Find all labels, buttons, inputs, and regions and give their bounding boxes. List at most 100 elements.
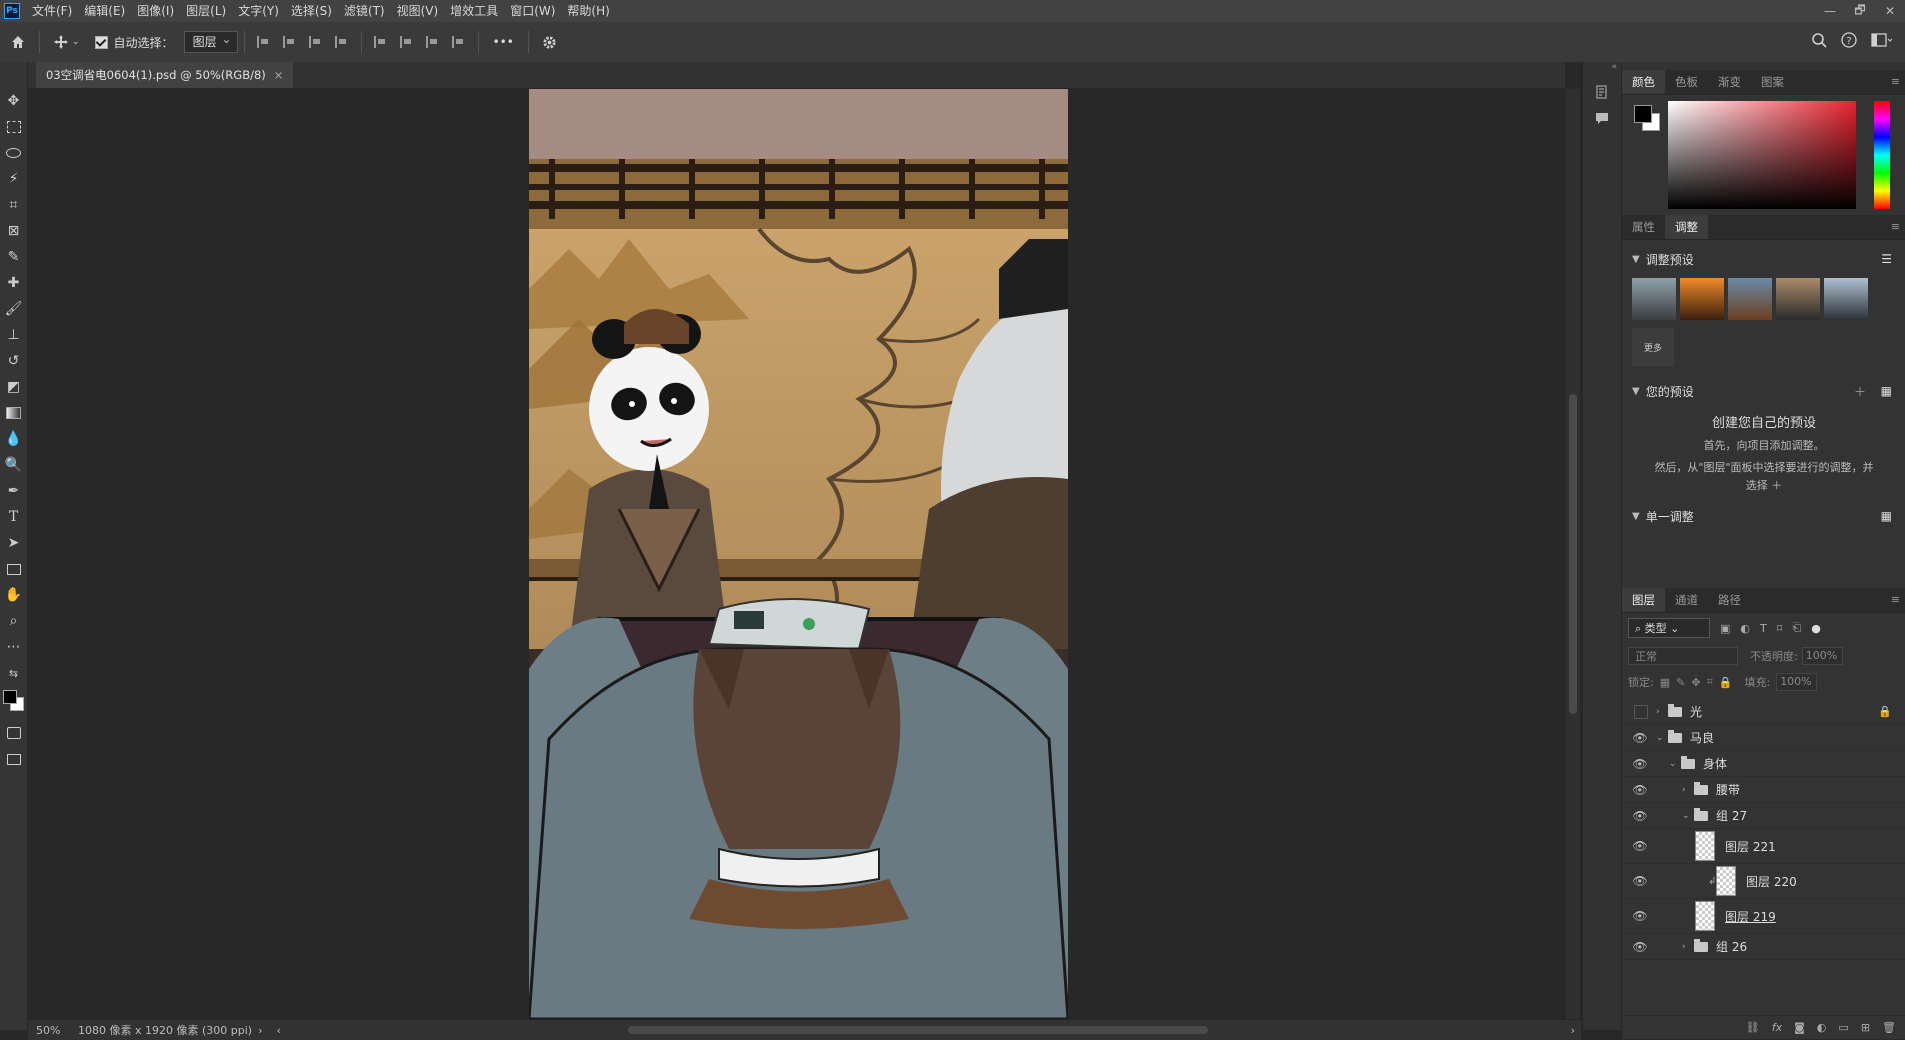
chevron-right-icon[interactable]: › bbox=[1682, 785, 1694, 795]
edit-toolbar-icon[interactable]: ⋯ bbox=[0, 634, 27, 660]
zoom-level[interactable]: 50% bbox=[36, 1024, 70, 1037]
menu-item[interactable]: 图像(I) bbox=[131, 0, 180, 22]
color-swatches[interactable] bbox=[0, 686, 27, 720]
lock-paint-icon[interactable]: ✎ bbox=[1676, 676, 1685, 689]
close-button[interactable]: ✕ bbox=[1875, 0, 1905, 22]
more-options-button[interactable]: ••• bbox=[493, 35, 514, 49]
align-left-icon[interactable] bbox=[256, 36, 271, 48]
layer-row[interactable]: 👁 ↲ 图层 220 bbox=[1622, 864, 1905, 899]
layer-name[interactable]: 光 bbox=[1690, 703, 1702, 720]
more-presets-button[interactable]: 更多 bbox=[1632, 328, 1674, 366]
home-icon[interactable] bbox=[10, 34, 26, 50]
adjust-presets-header[interactable]: ▼ 调整预设 ☰ bbox=[1622, 246, 1905, 272]
menu-item[interactable]: 图层(L) bbox=[180, 0, 232, 22]
panel-menu-icon[interactable]: ≡ bbox=[1891, 593, 1900, 606]
menu-item[interactable]: 窗口(W) bbox=[504, 0, 561, 22]
photoshop-logo-icon[interactable]: Ps bbox=[4, 3, 20, 19]
lock-position-icon[interactable]: ✥ bbox=[1691, 676, 1700, 689]
status-menu-arrow[interactable]: › bbox=[258, 1024, 262, 1037]
visibility-eye-icon[interactable]: 👁 bbox=[1632, 809, 1648, 823]
blend-mode-dropdown[interactable]: 正常 bbox=[1628, 647, 1738, 665]
visibility-eye-icon[interactable]: 👁 bbox=[1632, 909, 1648, 923]
dodge-tool-icon[interactable]: 🔍 bbox=[0, 452, 27, 478]
distribute-horizontal-icon[interactable] bbox=[334, 36, 349, 48]
layer-row[interactable]: 👁 图层 219 bbox=[1622, 899, 1905, 934]
adjustment-icon[interactable]: ◐ bbox=[1817, 1021, 1827, 1034]
search-icon[interactable] bbox=[1811, 32, 1827, 51]
menu-item[interactable]: 增效工具 bbox=[444, 0, 504, 22]
horizontal-scroll-thumb[interactable] bbox=[628, 1026, 1208, 1034]
layer-name[interactable]: 马良 bbox=[1690, 729, 1714, 746]
lock-artboard-icon[interactable]: ⌗ bbox=[1707, 675, 1713, 689]
gradient-tool-icon[interactable] bbox=[0, 400, 27, 426]
preset-thumbnail[interactable] bbox=[1728, 278, 1772, 320]
quick-mask-icon[interactable] bbox=[0, 720, 27, 746]
filter-pixel-icon[interactable]: ▣ bbox=[1720, 622, 1730, 635]
eyedropper-tool-icon[interactable]: ✎ bbox=[0, 244, 27, 270]
rectangle-tool-icon[interactable] bbox=[0, 556, 27, 582]
scroll-right-arrow[interactable]: › bbox=[1571, 1024, 1575, 1037]
chevron-down-icon[interactable]: ⌄ bbox=[1656, 733, 1668, 743]
layer-thumbnail[interactable] bbox=[1716, 866, 1736, 896]
lock-transparent-icon[interactable]: ▦ bbox=[1660, 676, 1670, 689]
visibility-eye-icon[interactable]: 👁 bbox=[1632, 757, 1648, 771]
menu-item[interactable]: 帮助(H) bbox=[561, 0, 615, 22]
new-layer-icon[interactable]: ⊞ bbox=[1861, 1021, 1870, 1034]
visibility-eye-icon[interactable]: 👁 bbox=[1632, 783, 1648, 797]
hand-tool-icon[interactable]: ✋ bbox=[0, 582, 27, 608]
layer-row[interactable]: 👁 ⌄ 马良 bbox=[1622, 725, 1905, 751]
help-icon[interactable]: ? bbox=[1841, 32, 1857, 51]
history-icon[interactable] bbox=[1583, 84, 1621, 100]
layer-filter-dropdown[interactable]: ⌕ 类型 ⌄ bbox=[1628, 618, 1710, 638]
eraser-tool-icon[interactable]: ◩ bbox=[0, 374, 27, 400]
preset-thumbnail[interactable] bbox=[1632, 278, 1676, 320]
visibility-eye-icon[interactable]: 👁 bbox=[1632, 731, 1648, 745]
panel-menu-icon[interactable]: ≡ bbox=[1891, 75, 1900, 88]
path-selection-tool-icon[interactable]: ➤ bbox=[0, 530, 27, 556]
layer-row[interactable]: 👁 ⌄ 组 27 bbox=[1622, 803, 1905, 829]
layer-name[interactable]: 组 27 bbox=[1716, 807, 1747, 824]
filter-adjustment-icon[interactable]: ◐ bbox=[1740, 622, 1750, 635]
align-top-icon[interactable] bbox=[373, 36, 388, 48]
mask-icon[interactable]: ◙ bbox=[1794, 1021, 1805, 1034]
distribute-vertical-icon[interactable] bbox=[451, 36, 466, 48]
menu-item[interactable]: 选择(S) bbox=[285, 0, 338, 22]
foreground-color-swatch[interactable] bbox=[3, 690, 17, 704]
type-tool-icon[interactable]: T bbox=[0, 504, 27, 530]
clone-stamp-tool-icon[interactable]: ⊥ bbox=[0, 322, 27, 348]
hue-slider[interactable] bbox=[1874, 101, 1890, 209]
layer-name[interactable]: 图层 220 bbox=[1746, 873, 1797, 890]
panel-tab[interactable]: 路径 bbox=[1708, 588, 1751, 612]
visibility-eye-icon[interactable] bbox=[1634, 704, 1648, 719]
collapse-arrows-icon[interactable]: « bbox=[1583, 62, 1621, 74]
preset-thumbnail[interactable] bbox=[1824, 278, 1868, 320]
menu-item[interactable]: 编辑(E) bbox=[78, 0, 131, 22]
menu-item[interactable]: 文件(F) bbox=[26, 0, 78, 22]
fx-icon[interactable]: fx bbox=[1772, 1021, 1782, 1034]
layer-row[interactable]: 👁 › 组 26 bbox=[1622, 934, 1905, 960]
trash-icon[interactable]: 🗑 bbox=[1882, 1021, 1896, 1034]
chevron-down-icon[interactable]: ⌄ bbox=[1682, 811, 1694, 821]
single-adjust-header[interactable]: ▼ 单一调整 ▦ bbox=[1622, 503, 1905, 529]
restore-button[interactable]: 🗗 bbox=[1845, 0, 1875, 22]
opacity-input[interactable]: 100% bbox=[1801, 647, 1843, 665]
comments-icon[interactable] bbox=[1583, 110, 1621, 126]
layer-name[interactable]: 腰带 bbox=[1716, 781, 1740, 798]
your-presets-header[interactable]: ▼ 您的预设 ＋ ▦ bbox=[1622, 378, 1905, 404]
grid-view-icon[interactable]: ▦ bbox=[1881, 384, 1892, 398]
chevron-down-icon[interactable]: ⌄ bbox=[1669, 759, 1681, 769]
align-middle-icon[interactable] bbox=[399, 36, 414, 48]
layer-thumbnail[interactable] bbox=[1695, 831, 1715, 861]
panel-menu-icon[interactable]: ≡ bbox=[1891, 220, 1900, 233]
menu-item[interactable]: 文字(Y) bbox=[232, 0, 285, 22]
visibility-eye-icon[interactable]: 👁 bbox=[1632, 940, 1648, 954]
layer-thumbnail[interactable] bbox=[1695, 901, 1715, 931]
visibility-eye-icon[interactable]: 👁 bbox=[1632, 839, 1648, 853]
preset-thumbnail[interactable] bbox=[1776, 278, 1820, 320]
auto-select-checkbox[interactable] bbox=[94, 35, 108, 49]
frame-tool-icon[interactable]: ⊠ bbox=[0, 218, 27, 244]
document-tab[interactable]: 03空调省电0604(1).psd @ 50%(RGB/8) × bbox=[36, 62, 294, 88]
auto-select-dropdown[interactable]: 图层 bbox=[183, 29, 238, 53]
visibility-eye-icon[interactable]: 👁 bbox=[1632, 874, 1648, 888]
vertical-scrollbar[interactable] bbox=[1566, 89, 1580, 1019]
